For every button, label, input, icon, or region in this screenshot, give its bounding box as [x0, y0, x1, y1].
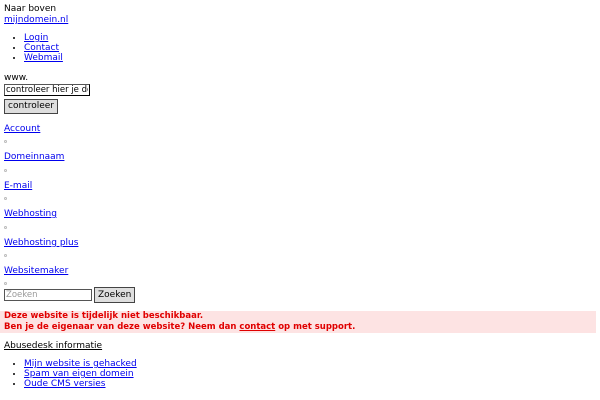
unavailable-notice: Deze website is tijdelijk niet beschikba…: [0, 311, 596, 333]
abusedesk-info-link[interactable]: Abusedesk informatie: [4, 341, 102, 351]
list-item: Login: [24, 33, 63, 43]
nav-bullet-icon: [4, 197, 7, 200]
hacked-website-link[interactable]: Mijn website is gehacked: [24, 359, 137, 369]
list-item: Mijn website is gehacked: [24, 359, 137, 369]
notice-text-before: Ben je de eigenaar van deze website? Nee…: [4, 321, 240, 332]
nav-bullet-icon: [4, 169, 7, 172]
abuse-links-list: Mijn website is gehacked Spam van eigen …: [0, 359, 137, 389]
list-item: Contact: [24, 43, 63, 53]
old-cms-versions-link[interactable]: Oude CMS versies: [24, 379, 106, 389]
nav-bullet-icon: [4, 282, 7, 285]
nav-bullet-icon: [4, 140, 7, 143]
naar-boven-text: Naar boven: [4, 4, 57, 14]
notice-contact-link[interactable]: contact: [239, 322, 275, 332]
zoeken-button[interactable]: Zoeken: [94, 287, 136, 303]
nav-webhosting-plus-link[interactable]: Webhosting plus: [4, 238, 78, 248]
nav-account-link[interactable]: Account: [4, 124, 40, 134]
nav-email-link[interactable]: E-mail: [4, 181, 32, 191]
nav-domeinnaam-link[interactable]: Domeinnaam: [4, 152, 64, 162]
notice-line-2: Ben je de eigenaar van deze website? Nee…: [4, 322, 592, 333]
login-link[interactable]: Login: [24, 33, 48, 43]
nav-websitemaker-link[interactable]: Websitemaker: [4, 266, 68, 276]
www-prefix-label: www.: [4, 73, 29, 83]
spam-own-domain-link[interactable]: Spam van eigen domein: [24, 369, 134, 379]
list-item: Spam van eigen domein: [24, 369, 137, 379]
site-home-link[interactable]: mijndomein.nl: [4, 15, 68, 25]
controleer-button[interactable]: controleer: [4, 99, 58, 114]
notice-text-after: op met support.: [275, 321, 356, 332]
webmail-link[interactable]: Webmail: [24, 53, 63, 63]
search-input[interactable]: [4, 289, 92, 301]
contact-link[interactable]: Contact: [24, 43, 59, 53]
nav-bullet-icon: [4, 226, 7, 229]
list-item: Oude CMS versies: [24, 379, 137, 389]
nav-webhosting-link[interactable]: Webhosting: [4, 209, 57, 219]
nav-bullet-icon: [4, 254, 7, 257]
list-item: Webmail: [24, 53, 63, 63]
notice-line-1: Deze website is tijdelijk niet beschikba…: [4, 311, 204, 321]
domain-check-input[interactable]: [4, 84, 90, 96]
top-links-list: Login Contact Webmail: [0, 33, 63, 63]
